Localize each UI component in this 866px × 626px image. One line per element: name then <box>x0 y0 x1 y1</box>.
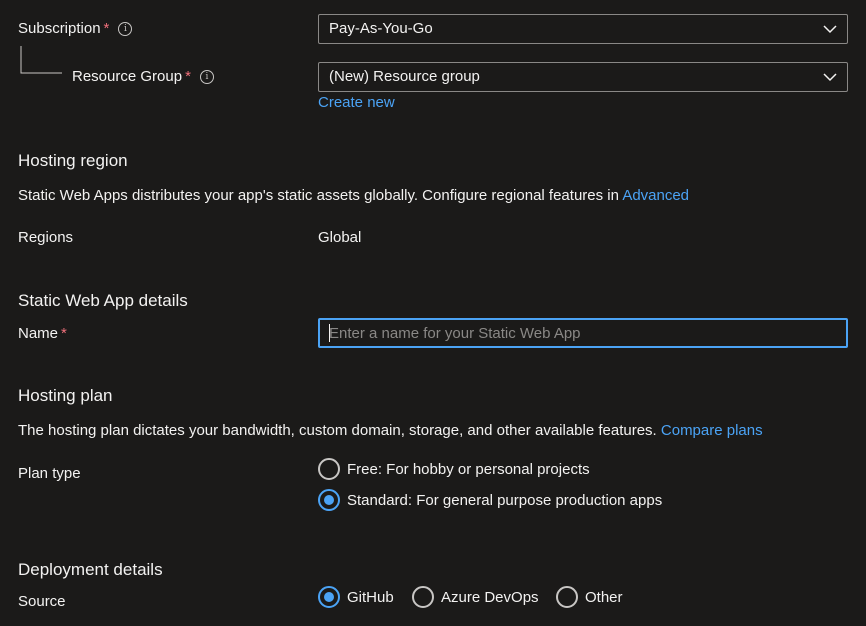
subscription-dropdown[interactable]: Pay-As-You-Go <box>318 14 848 44</box>
required-marker: * <box>103 20 110 37</box>
radio-button[interactable] <box>318 458 340 480</box>
plan-option-standard[interactable]: Standard: For general purpose production… <box>318 489 662 511</box>
source-option-label: Other <box>585 588 623 606</box>
info-icon[interactable]: i <box>118 22 133 36</box>
required-marker: * <box>61 325 67 342</box>
source-option-other[interactable]: Other <box>556 586 623 608</box>
plan-type-label: Plan type <box>18 465 81 482</box>
name-input[interactable] <box>318 318 848 348</box>
deployment-heading: Deployment details <box>18 560 163 579</box>
hosting-plan-heading: Hosting plan <box>18 386 113 405</box>
hosting-plan-description: The hosting plan dictates your bandwidth… <box>18 422 763 439</box>
info-icon[interactable]: i <box>199 70 214 84</box>
source-option-azure-devops[interactable]: Azure DevOps <box>412 586 539 608</box>
details-heading: Static Web App details <box>18 291 188 310</box>
subscription-label-text: Subscription <box>18 20 101 37</box>
resource-group-value: (New) Resource group <box>329 68 480 85</box>
plan-option-label: Free: For hobby or personal projects <box>347 460 590 478</box>
chevron-down-icon <box>823 25 837 34</box>
plan-option-label: Standard: For general purpose production… <box>347 491 663 509</box>
source-option-label: GitHub <box>347 588 394 606</box>
compare-plans-link[interactable]: Compare plans <box>661 422 763 439</box>
resource-group-label-text: Resource Group <box>72 68 183 85</box>
source-label: Source <box>18 593 66 610</box>
name-label: Name * <box>18 325 67 342</box>
radio-button[interactable] <box>412 586 434 608</box>
name-label-text: Name <box>18 325 59 342</box>
required-marker: * <box>185 68 191 85</box>
plan-option-free[interactable]: Free: For hobby or personal projects <box>318 458 590 480</box>
radio-button-selected[interactable] <box>318 489 340 511</box>
hosting-plan-description-text: The hosting plan dictates your bandwidth… <box>18 422 657 439</box>
tree-connector <box>20 46 62 74</box>
text-caret <box>329 324 330 342</box>
subscription-label: Subscription * i <box>18 20 133 37</box>
resource-group-dropdown[interactable]: (New) Resource group <box>318 62 848 92</box>
hosting-region-description-text: Static Web Apps distributes your app's s… <box>18 187 619 204</box>
radio-button-selected[interactable] <box>318 586 340 608</box>
source-option-github[interactable]: GitHub <box>318 586 394 608</box>
chevron-down-icon <box>823 73 837 82</box>
subscription-value: Pay-As-You-Go <box>329 20 433 37</box>
advanced-link[interactable]: Advanced <box>622 187 689 204</box>
regions-value: Global <box>318 229 362 246</box>
create-new-link[interactable]: Create new <box>318 94 395 111</box>
radio-button[interactable] <box>556 586 578 608</box>
source-option-label: Azure DevOps <box>441 588 539 606</box>
regions-label: Regions <box>18 229 74 246</box>
hosting-region-heading: Hosting region <box>18 151 128 170</box>
hosting-region-description: Static Web Apps distributes your app's s… <box>18 187 689 204</box>
resource-group-label: Resource Group * i <box>72 68 214 85</box>
